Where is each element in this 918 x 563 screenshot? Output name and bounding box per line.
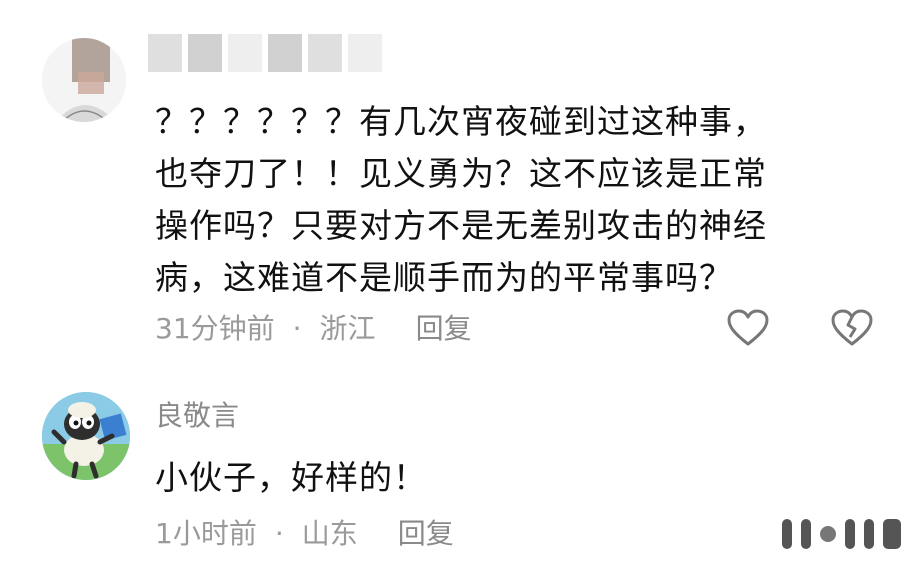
meta-separator: · — [274, 517, 284, 550]
comment-item: ？？？？？？有几次宵夜碰到过这种事， 也夺刀了！！见义勇为？这不应该是正常 操作… — [0, 0, 918, 360]
username-blurred — [148, 34, 382, 74]
comment-location: 山东 — [301, 517, 358, 550]
user-avatar-icon — [42, 38, 126, 122]
comment-line: 操作吗？只要对方不是无差别攻击的神经 — [155, 206, 767, 245]
comment-line: ？？？？？？有几次宵夜碰到过这种事， — [155, 102, 767, 141]
reply-button[interactable]: 回复 — [398, 516, 454, 552]
comment-line: 也夺刀了！！见义勇为？这不应该是正常 — [155, 154, 767, 193]
avatar[interactable] — [42, 392, 130, 480]
watermark-logo — [782, 519, 904, 549]
like-button[interactable] — [726, 308, 770, 348]
dislike-button[interactable] — [830, 308, 874, 348]
cartoon-sheep-avatar-icon — [42, 392, 130, 480]
comment-item: 良敬言 小伙子，好样的！ 1小时前 · 山东 回复 — [0, 380, 918, 563]
comment-text: ？？？？？？有几次宵夜碰到过这种事， 也夺刀了！！见义勇为？这不应该是正常 操作… — [155, 96, 855, 304]
reply-button[interactable]: 回复 — [416, 311, 472, 347]
comment-meta: 1小时前 · 山东 回复 — [155, 516, 454, 552]
avatar[interactable] — [42, 38, 126, 122]
username[interactable]: 良敬言 — [155, 398, 239, 434]
comment-time: 1小时前 — [155, 517, 257, 550]
comment-location: 浙江 — [319, 312, 376, 345]
meta-separator: · — [292, 312, 302, 345]
comment-list: ？？？？？？有几次宵夜碰到过这种事， 也夺刀了！！见义勇为？这不应该是正常 操作… — [0, 0, 918, 563]
comment-line: 病，这难道不是顺手而为的平常事吗？ — [155, 258, 733, 297]
broken-heart-icon — [831, 309, 873, 346]
comment-time: 31分钟前 — [155, 312, 275, 345]
heart-outline-icon — [727, 309, 769, 346]
comment-text: 小伙子，好样的！ — [155, 452, 855, 504]
comment-line: 小伙子，好样的！ — [155, 458, 427, 497]
comment-meta: 31分钟前 · 浙江 回复 — [155, 311, 472, 347]
